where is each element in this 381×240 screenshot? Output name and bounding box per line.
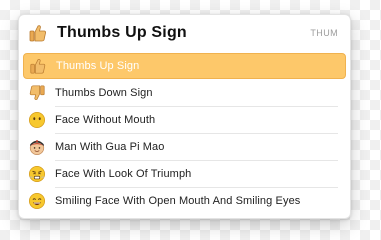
page-title: Thumbs Up Sign <box>57 24 187 41</box>
result-item[interactable]: Man With Gua Pi Mao <box>23 134 346 161</box>
result-item[interactable]: Thumbs Down Sign <box>23 80 346 107</box>
face-with-look-of-triumph-icon <box>27 164 47 184</box>
result-label: Face Without Mouth <box>55 114 156 126</box>
result-label: Thumbs Down Sign <box>55 87 153 99</box>
thumbs-up-icon <box>27 22 49 44</box>
thumbs-down-icon <box>27 83 47 103</box>
face-without-mouth-icon <box>27 110 47 130</box>
result-label: Face With Look Of Triumph <box>55 168 192 180</box>
thumbs-up-icon <box>28 56 48 76</box>
result-label: Thumbs Up Sign <box>56 60 140 72</box>
results-list: Thumbs Up Sign Thumbs Down Sign Face Wit… <box>23 53 346 215</box>
result-label: Man With Gua Pi Mao <box>55 141 165 153</box>
result-item[interactable]: Smiling Face With Open Mouth And Smiling… <box>23 188 346 214</box>
emoji-picker-panel: Thumbs Up Sign THUM Thumbs Up Sign Thumb… <box>18 14 351 219</box>
man-with-gua-pi-mao-icon <box>27 137 47 157</box>
result-item[interactable]: Thumbs Up Sign <box>23 53 346 79</box>
smiling-face-open-mouth-smiling-eyes-icon <box>27 191 47 211</box>
picker-header: Thumbs Up Sign THUM <box>19 15 350 51</box>
search-query-tag: THUM <box>310 28 338 38</box>
result-item[interactable]: Face With Look Of Triumph <box>23 161 346 188</box>
result-item[interactable]: Face Without Mouth <box>23 107 346 134</box>
result-label: Smiling Face With Open Mouth And Smiling… <box>55 195 301 207</box>
